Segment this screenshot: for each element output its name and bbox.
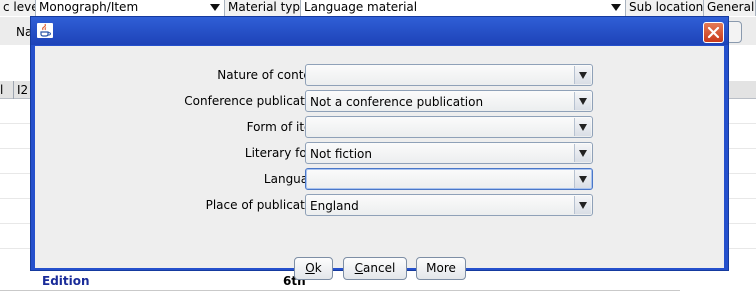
field-form-of-item: Form of item : [35, 116, 724, 138]
background-table-header: c level Monograph/Item Material type Lan… [0, 0, 756, 16]
close-icon [707, 26, 720, 39]
chevron-down-icon [611, 4, 621, 11]
column-separator [13, 81, 14, 99]
cancel-button[interactable]: Cancel [343, 257, 407, 280]
field-language: Language : [35, 168, 724, 190]
header-cell-general: General l [704, 0, 756, 16]
field-literary-form: Literary form : Not fiction [35, 142, 724, 164]
chevron-down-icon[interactable] [574, 92, 591, 110]
fixed-field-dialog: Nature of content : Conference publicati… [30, 16, 729, 280]
ok-label: k [314, 261, 322, 275]
header-cell-monograph[interactable]: Monograph/Item [36, 0, 225, 16]
divider [0, 290, 680, 291]
chevron-down-icon [210, 4, 220, 11]
literary-form-select[interactable]: Not fiction [305, 142, 593, 164]
chevron-down-icon[interactable] [574, 144, 591, 162]
close-button[interactable] [703, 22, 724, 43]
ok-mnemonic: O [305, 261, 315, 275]
header-cell-level: c level [0, 0, 36, 16]
java-cup-icon [37, 23, 53, 38]
chevron-down-icon[interactable] [574, 66, 591, 84]
chevron-down-icon[interactable] [574, 118, 591, 136]
header-cell-language-material[interactable]: Language material [301, 0, 626, 16]
header-cell-material-type: Material type [225, 0, 301, 16]
column-header-2: I2 [17, 83, 29, 97]
chevron-down-icon[interactable] [574, 196, 591, 214]
dialog-titlebar[interactable] [31, 17, 728, 45]
chevron-down-icon[interactable] [574, 170, 591, 188]
ok-button[interactable]: Ok [294, 257, 333, 280]
select-value: England [310, 199, 359, 213]
select-value: Not fiction [310, 147, 372, 161]
field-place-of-publication: Place of publication : England [35, 194, 724, 216]
field-conference-publication: Conference publication : Not a conferenc… [35, 90, 724, 112]
cancel-mnemonic: C [354, 261, 364, 275]
header-cell-sub-location: Sub location [626, 0, 704, 16]
more-button[interactable]: More [416, 257, 466, 280]
dialog-body: Nature of content : Conference publicati… [35, 46, 724, 280]
edition-label: Edition [42, 274, 90, 288]
column-header-1: l [0, 83, 4, 97]
field-nature-of-content: Nature of content : [35, 64, 724, 86]
language-select[interactable] [305, 168, 593, 190]
select-value: Not a conference publication [310, 95, 484, 109]
place-of-publication-select[interactable]: England [305, 194, 593, 216]
conference-publication-select[interactable]: Not a conference publication [305, 90, 593, 112]
form-of-item-select[interactable] [305, 116, 593, 138]
cancel-label: ancel [363, 261, 396, 275]
nature-of-content-select[interactable] [305, 64, 593, 86]
